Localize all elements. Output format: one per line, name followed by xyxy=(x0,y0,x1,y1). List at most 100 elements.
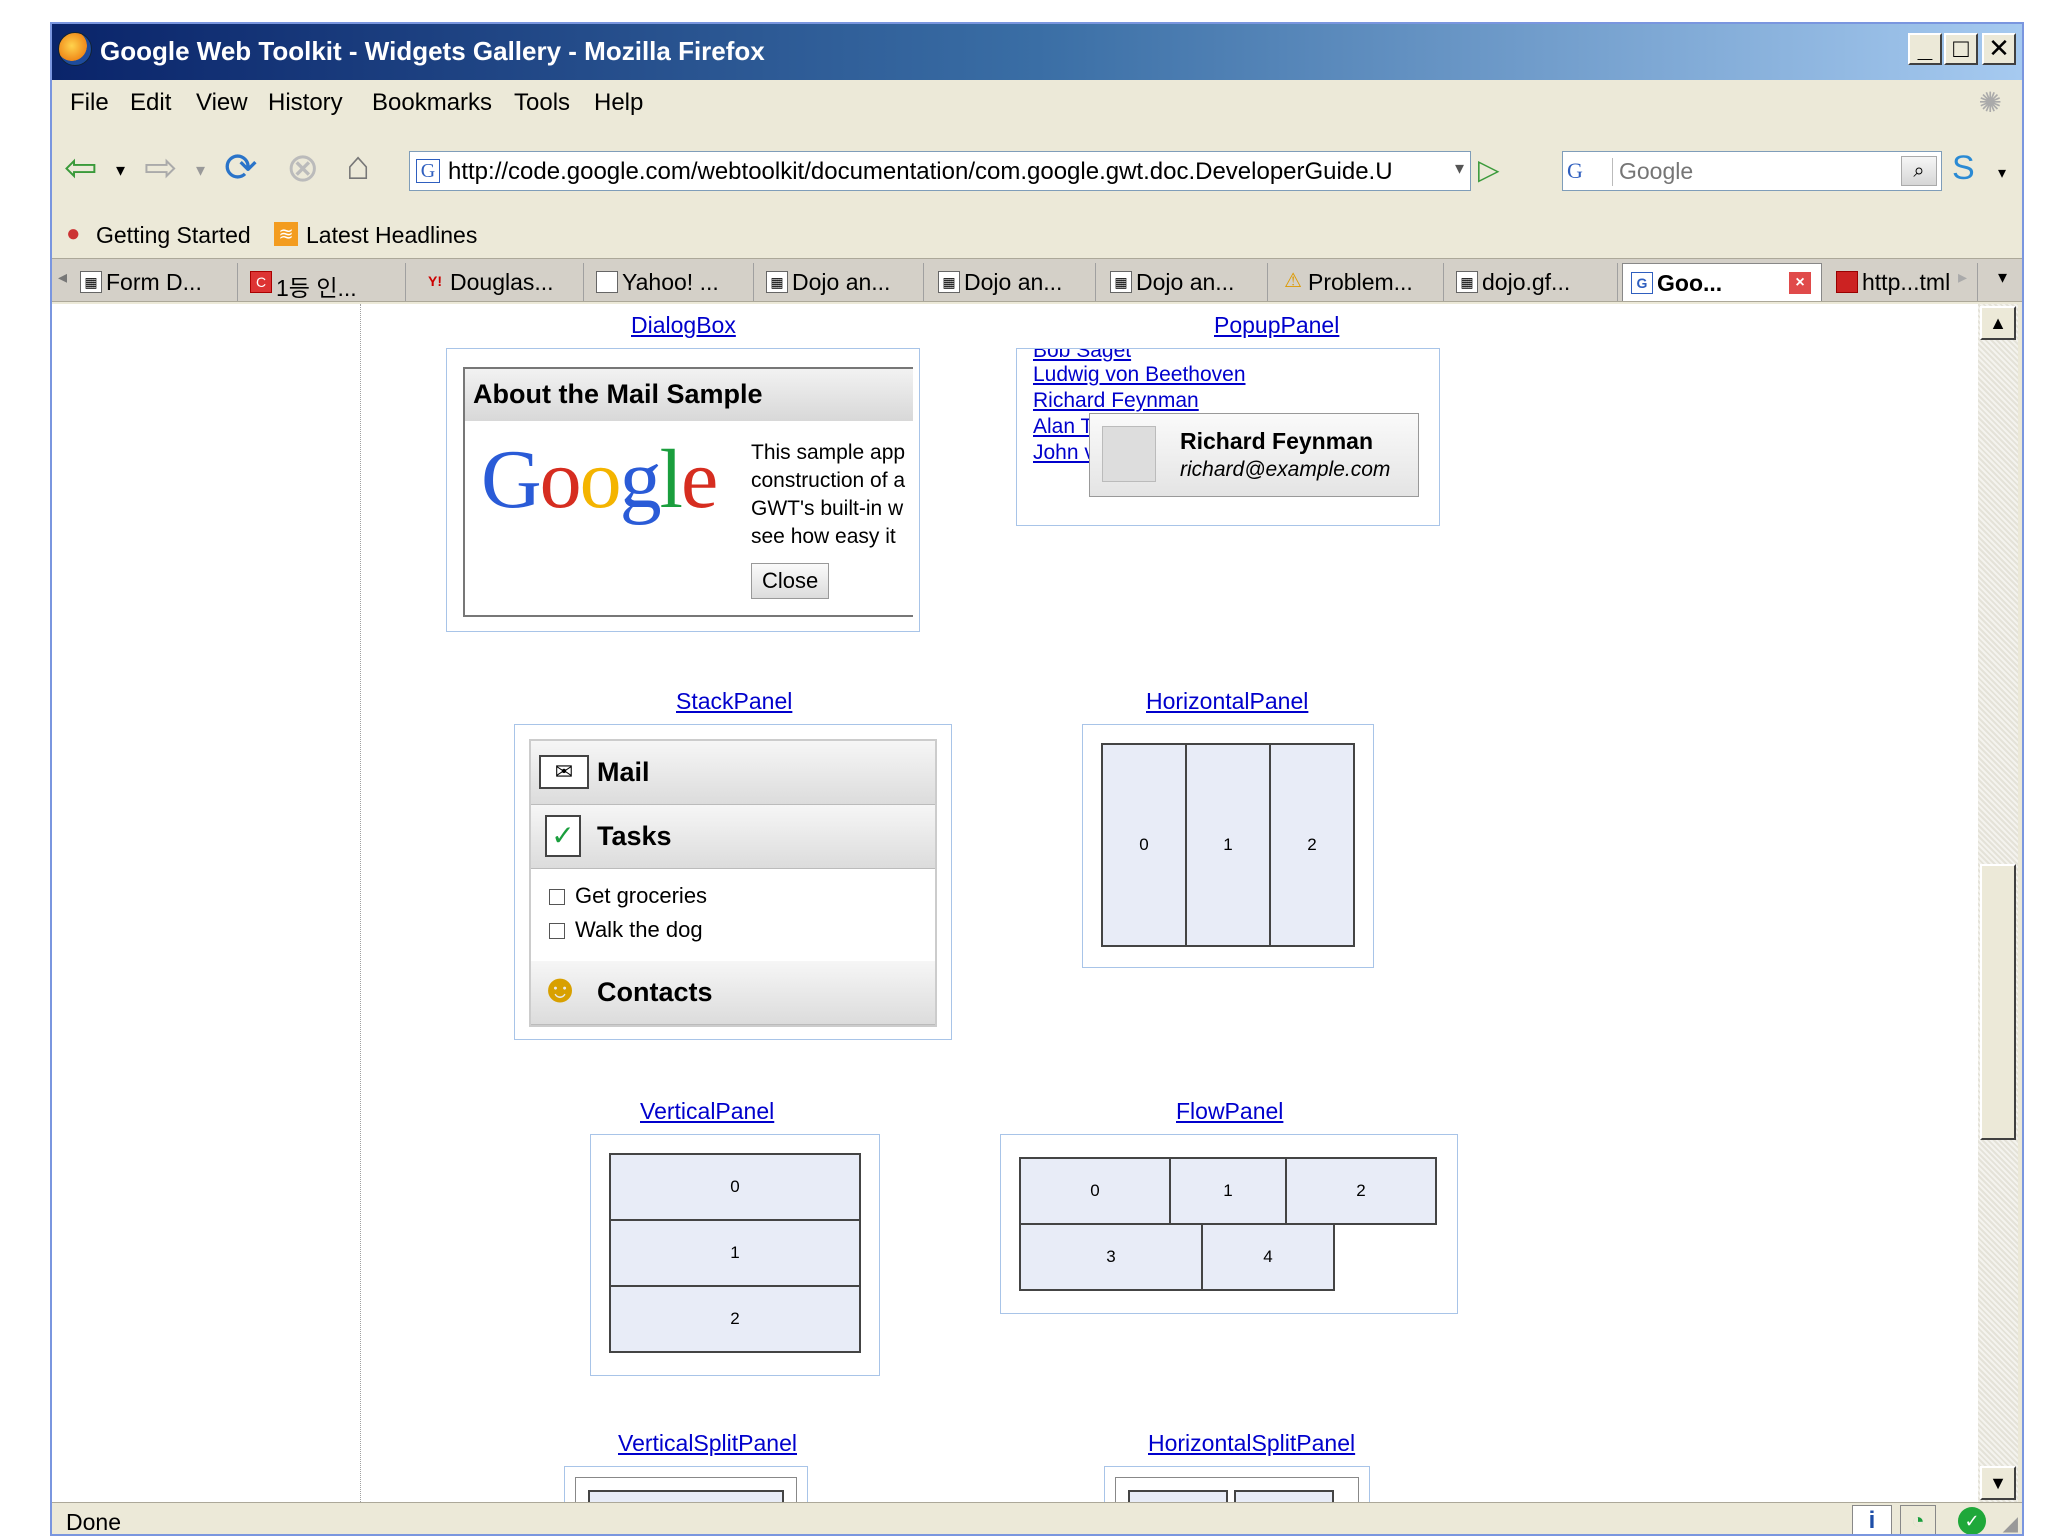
browser-window: Google Web Toolkit - Widgets Gallery - M… xyxy=(50,22,2024,1536)
dialog-box: About the Mail Sample Google This sample… xyxy=(463,367,913,617)
info-icon[interactable]: i xyxy=(1852,1505,1892,1534)
menu-file[interactable]: File xyxy=(70,89,109,117)
tab-dojo-gfx[interactable]: ▦ dojo.gf... xyxy=(1448,263,1618,301)
maximize-button[interactable]: □ xyxy=(1944,33,1978,65)
panel-cell: 0 xyxy=(1019,1157,1171,1225)
tab-http[interactable]: http...tml xyxy=(1828,263,1978,301)
contact-link[interactable]: John v xyxy=(1033,441,1095,465)
back-icon[interactable]: ⇦ xyxy=(64,148,98,188)
search-icon[interactable]: ⌕ xyxy=(1901,156,1937,186)
scroll-down-icon[interactable]: ▼ xyxy=(1980,1466,2016,1500)
stop-icon[interactable]: ⊗ xyxy=(286,148,320,188)
split-panel xyxy=(1115,1477,1359,1502)
tab-dojo-2[interactable]: ▦ Dojo an... xyxy=(930,263,1096,301)
tab-dojo-1[interactable]: ▦ Dojo an... xyxy=(758,263,924,301)
url-dropdown-icon[interactable]: ▾ xyxy=(1455,158,1464,179)
menu-edit[interactable]: Edit xyxy=(130,89,171,117)
skype-dropdown-icon[interactable]: ▾ xyxy=(1998,154,2006,194)
url-text[interactable]: http://code.google.com/webtoolkit/docume… xyxy=(448,158,1438,186)
page-content: DialogBox About the Mail Sample Google T… xyxy=(52,304,1978,1502)
task-checkbox[interactable] xyxy=(549,923,565,939)
contacts-icon: ☻ xyxy=(539,967,582,1011)
contact-link[interactable]: Richard Feynman xyxy=(1033,389,1199,413)
horizontalsplitpanel-link[interactable]: HorizontalSplitPanel xyxy=(1148,1430,1355,1457)
search-bar: G ⌕ xyxy=(1562,151,1942,191)
bookmark-latest-headlines[interactable]: Latest Headlines xyxy=(306,222,477,249)
stack-panel: ✉ Mail ✓ Tasks Get groceries Walk the do… xyxy=(529,739,937,1027)
stack-header-mail[interactable]: ✉ Mail xyxy=(531,741,935,805)
tab-yahoo[interactable]: Yahoo! ... xyxy=(588,263,754,301)
minimize-button[interactable]: _ xyxy=(1908,33,1942,65)
c-icon: C xyxy=(250,271,272,293)
stack-header-contacts[interactable]: ☻ Contacts xyxy=(531,961,935,1025)
menu-bar: File Edit View History Bookmarks Tools H… xyxy=(52,80,2022,122)
home-icon[interactable]: ⌂ xyxy=(346,146,370,186)
flowpanel-link[interactable]: FlowPanel xyxy=(1176,1098,1283,1125)
dialogbox-link[interactable]: DialogBox xyxy=(631,312,736,339)
contact-link[interactable]: Ludwig von Beethoven xyxy=(1033,363,1246,387)
stack-header-tasks[interactable]: ✓ Tasks xyxy=(531,805,935,869)
dialogbox-demo: About the Mail Sample Google This sample… xyxy=(446,348,920,632)
verticalpanel-link[interactable]: VerticalPanel xyxy=(640,1098,774,1125)
tab-scroll-left-icon[interactable]: ◂ xyxy=(58,267,67,288)
task-label: Walk the dog xyxy=(575,917,703,942)
addon-icon[interactable]: ◔ xyxy=(1900,1505,1936,1534)
tab-google-active[interactable]: G Goo... × xyxy=(1622,263,1822,301)
skype-icon[interactable]: S xyxy=(1952,148,1975,188)
dialog-caption[interactable]: About the Mail Sample xyxy=(465,369,913,421)
menu-tools[interactable]: Tools xyxy=(514,89,570,117)
panel-cell: 4 xyxy=(1201,1223,1335,1291)
throbber-icon: ✺ xyxy=(1978,87,2002,118)
contact-link[interactable]: Alan T xyxy=(1033,415,1093,439)
task-checkbox[interactable] xyxy=(549,889,565,905)
stackpanel-link[interactable]: StackPanel xyxy=(676,688,792,715)
scroll-thumb[interactable] xyxy=(1980,864,2016,1140)
back-dropdown-icon[interactable]: ▾ xyxy=(116,150,125,190)
contact-link[interactable]: Bob Saget xyxy=(1033,349,1131,363)
tasks-icon: ✓ xyxy=(545,815,581,857)
stackpanel-demo: ✉ Mail ✓ Tasks Get groceries Walk the do… xyxy=(514,724,952,1040)
tab-korean[interactable]: C 1등 인... xyxy=(242,263,406,301)
status-text: Done xyxy=(66,1509,121,1535)
warning-icon: ⚠ xyxy=(1284,270,1302,292)
menu-bookmarks[interactable]: Bookmarks xyxy=(372,89,492,117)
close-window-button[interactable]: ✕ xyxy=(1982,33,2016,65)
menu-help[interactable]: Help xyxy=(594,89,643,117)
tab-dojo-3[interactable]: ▦ Dojo an... xyxy=(1102,263,1268,301)
search-engine-icon[interactable]: G xyxy=(1567,158,1613,186)
vertical-scrollbar[interactable]: ▲ ▼ xyxy=(1978,304,2018,1502)
tab-douglas[interactable]: Y! Douglas... xyxy=(416,263,584,301)
close-tab-icon[interactable]: × xyxy=(1789,272,1811,294)
sidebar-divider xyxy=(360,304,361,1502)
menu-history[interactable]: History xyxy=(268,89,343,117)
page-icon: ▦ xyxy=(1456,271,1478,293)
dialog-close-button[interactable]: Close xyxy=(751,563,830,599)
forward-dropdown-icon[interactable]: ▾ xyxy=(196,150,205,190)
check-icon[interactable]: ✓ xyxy=(1958,1507,1986,1534)
panel-cell: 1 xyxy=(609,1219,861,1287)
window-title: Google Web Toolkit - Widgets Gallery - M… xyxy=(100,36,765,66)
panel-cell: 1 xyxy=(1185,743,1271,947)
reload-icon[interactable]: ⟳ xyxy=(224,148,258,188)
all-tabs-icon[interactable]: ▾ xyxy=(1998,267,2007,288)
tab-form[interactable]: ▦ Form D... xyxy=(72,263,238,301)
forward-icon[interactable]: ⇨ xyxy=(144,148,178,188)
popuppanel-link[interactable]: PopupPanel xyxy=(1214,312,1339,339)
ruby-icon xyxy=(1836,271,1858,293)
navigation-toolbar: ⇦ ▾ ⇨ ▾ ⟳ ⊗ ⌂ G http://code.google.com/w… xyxy=(52,124,2022,212)
resize-grip-icon[interactable]: ◢ xyxy=(2003,1511,2018,1534)
panel-cell: 1 xyxy=(1169,1157,1287,1225)
tab-scroll-right-icon[interactable]: ▸ xyxy=(1958,267,1967,288)
bookmark-getting-started[interactable]: Getting Started xyxy=(96,222,251,249)
task-label: Get groceries xyxy=(575,883,708,908)
verticalsplitpanel-link[interactable]: VerticalSplitPanel xyxy=(618,1430,797,1457)
horizontalpanel-link[interactable]: HorizontalPanel xyxy=(1146,688,1308,715)
scroll-up-icon[interactable]: ▲ xyxy=(1980,306,2016,340)
flowpanel-demo: 0 1 2 3 4 xyxy=(1000,1134,1458,1314)
tab-problem[interactable]: ⚠ Problem... xyxy=(1274,263,1444,301)
avatar xyxy=(1102,426,1156,482)
search-input[interactable] xyxy=(1617,155,1887,187)
go-icon[interactable]: ▷ xyxy=(1478,150,1500,190)
menu-view[interactable]: View xyxy=(196,89,248,117)
address-bar[interactable]: G http://code.google.com/webtoolkit/docu… xyxy=(409,151,1471,191)
